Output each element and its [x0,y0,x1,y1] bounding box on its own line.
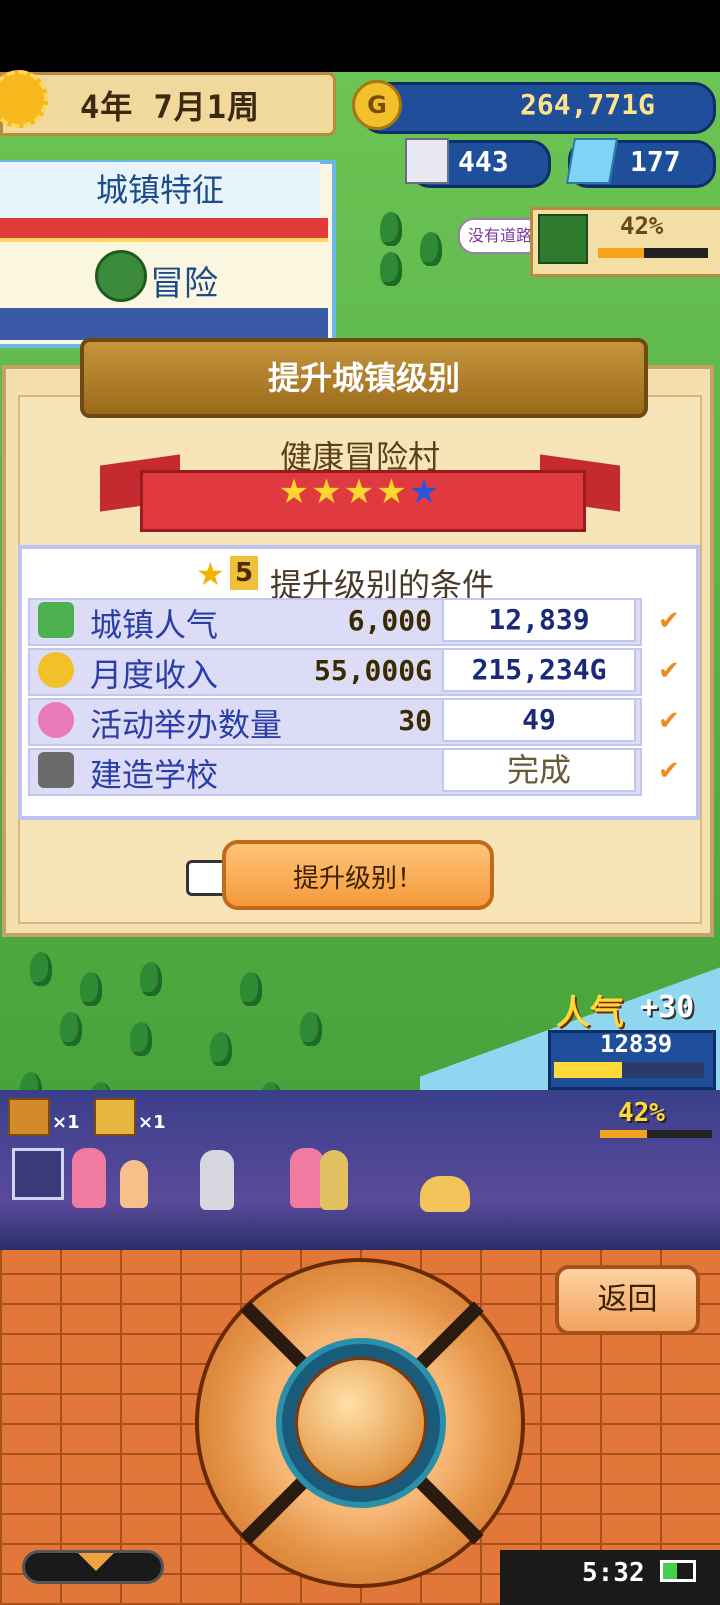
monster-portrait-icon[interactable] [12,1148,64,1200]
star-filled-icon: ★ [343,472,377,512]
star-empty-icon: ★ [408,472,442,512]
gem-value: 177 [630,145,681,178]
mushroom-hero [72,1148,106,1208]
top-black-bar [0,0,720,72]
condition-label: 城镇人气 [90,606,219,644]
gold-coin-icon: G [352,80,402,130]
tree [60,1012,82,1046]
coin-icon [38,652,74,688]
popularity-fill [554,1062,622,1078]
hammer-icon [38,752,74,788]
check-icon: ✔ [658,756,680,786]
back-button[interactable]: 返回 [555,1265,700,1335]
condition-current: 215,234G [442,648,636,692]
condition-label: 活动举办数量 [90,706,283,744]
rank-stars: ★★★★★ [0,472,720,512]
balloon-icon [38,702,74,738]
popularity-change: +30 [640,990,695,1025]
popularity-label: 人气 [556,993,624,1033]
condition-label: 月度收入 [90,656,219,694]
battle-progress-fill [600,1130,647,1138]
dialog-title: 提升城镇级别 [80,338,648,418]
chevron-down-icon [78,1553,114,1571]
condition-label: 建造学校 [90,756,219,794]
dungeon-percent: 42% [620,212,664,240]
tree [380,252,402,286]
town-feature-label: 冒险 [150,264,218,304]
clock-time: 5:32 [582,1558,645,1588]
sword-icon [95,250,147,302]
condition-current: 49 [442,698,636,742]
date-text: 4年 7月1周 [80,88,261,126]
feature-footer-strip [0,308,328,340]
tree [140,962,162,996]
condition-current: 完成 [442,748,636,792]
star-filled-icon: ★ [376,472,409,512]
population-value: 443 [458,145,509,178]
money-value: 264,771G [520,88,655,121]
star-filled-icon: ★ [278,472,312,512]
mushroom-hero [290,1148,324,1208]
tree [130,1022,152,1056]
condition-required: 30 [398,704,432,737]
chest-icon [8,1098,50,1136]
king-hero [320,1150,348,1210]
target-level-badge: 5 [230,556,258,590]
knight-hero [200,1150,234,1210]
tree [80,972,102,1006]
check-icon: ✔ [658,706,680,736]
wheel-center-button[interactable] [295,1357,427,1489]
tree [300,1012,322,1046]
star-filled-icon: ★ [311,472,344,512]
star-icon: ★ [196,555,225,593]
condition-required: 55,000G [313,654,432,687]
gem-icon [565,138,619,184]
dungeon-progress-fill [598,248,644,258]
check-icon: ✔ [658,656,680,686]
tree [210,1032,232,1066]
chest-count: ×1 [52,1112,80,1133]
chest-count: ×1 [138,1112,166,1133]
hero [120,1160,148,1208]
gold-chest-icon [94,1098,136,1136]
condition-required: 6,000 [347,604,432,637]
level-up-button[interactable]: 提升级别！ [222,840,494,910]
tree [420,232,442,266]
cave-icon [538,214,588,264]
battle-percent: 42% [618,1098,665,1128]
popularity-value: 12839 [600,1030,673,1058]
condition-current: 12,839 [442,598,636,642]
check-icon: ✔ [658,606,680,636]
house-icon [405,138,449,184]
tree [380,212,402,246]
golden-slime-icon [420,1176,470,1212]
tree [30,952,52,986]
tree [240,972,262,1006]
curtain-stripe [0,218,328,242]
trophy-icon [38,602,74,638]
town-feature-title: 城镇特征 [0,162,320,218]
battery-level [663,1563,677,1579]
